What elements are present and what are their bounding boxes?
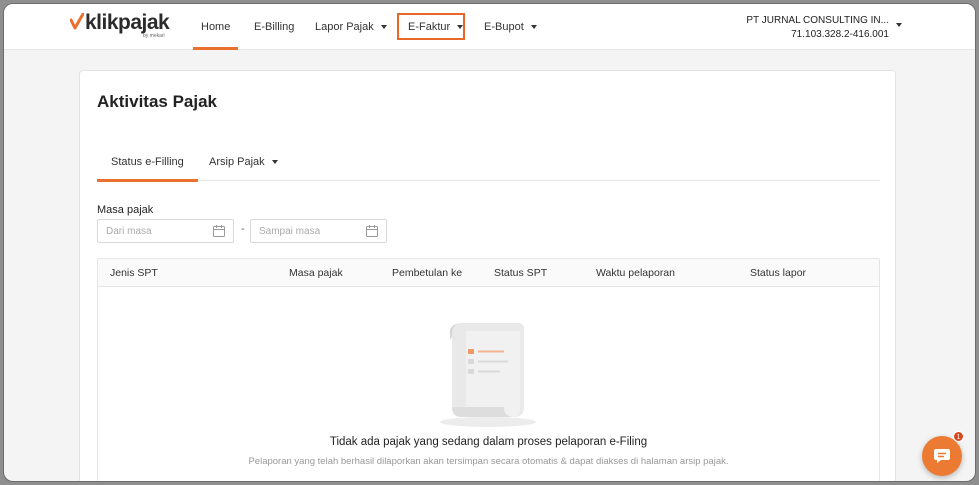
tab-status-efilling[interactable]: Status e-Filling: [97, 143, 198, 182]
nav-e-billing-label: E-Billing: [254, 21, 295, 33]
col-waktu-pelaporan: Waktu pelaporan: [596, 267, 675, 279]
chevron-down-icon: [271, 160, 278, 164]
empty-document-illustration: [440, 323, 536, 427]
nav-e-faktur[interactable]: E-Faktur: [408, 4, 464, 50]
sampai-masa-placeholder: Sampai masa: [259, 225, 321, 237]
brand-sub: by mekari: [143, 33, 165, 39]
klikpajak-logo[interactable]: klikpajak by mekari: [70, 11, 170, 41]
nav-home[interactable]: Home: [192, 4, 239, 50]
chevron-down-icon: [530, 25, 537, 29]
dari-masa-input[interactable]: Dari masa: [97, 219, 234, 243]
col-status-lapor: Status lapor: [750, 267, 807, 279]
nav-e-billing[interactable]: E-Billing: [254, 4, 294, 50]
chat-button[interactable]: [922, 436, 962, 476]
company-name: PT JURNAL CONSULTING IN...: [746, 15, 889, 26]
calendar-icon: [213, 225, 225, 237]
brand-name: klikpajak: [85, 11, 170, 34]
company-selector[interactable]: PT JURNAL CONSULTING IN... 71.103.328.2-…: [746, 14, 889, 42]
nav-e-bupot-label: E-Bupot: [484, 21, 524, 33]
col-jenis-spt: Jenis SPT: [110, 267, 158, 279]
nav-lapor-pajak[interactable]: Lapor Pajak: [315, 4, 387, 50]
company-npwp: 71.103.328.2-416.001: [791, 29, 889, 40]
empty-state-description: Pelaporan yang telah berhasil dilaporkan…: [248, 456, 729, 467]
top-navbar: klikpajak by mekari Home E-Billing Lapor…: [4, 4, 975, 50]
col-status-spt: Status SPT: [494, 267, 548, 279]
spt-table: Jenis SPT Masa pajak Pembetulan ke Statu…: [97, 258, 880, 481]
nav-home-label: Home: [201, 21, 231, 33]
tab-status-efilling-label: Status e-Filling: [111, 156, 184, 168]
chevron-down-icon[interactable]: [896, 23, 902, 27]
chat-notification-badge: 1: [953, 431, 964, 442]
col-masa-pajak: Masa pajak: [289, 267, 343, 279]
table-header: Jenis SPT Masa pajak Pembetulan ke Statu…: [98, 259, 879, 287]
nav-e-faktur-label: E-Faktur: [408, 21, 451, 33]
nav-e-bupot[interactable]: E-Bupot: [484, 4, 537, 50]
col-pembetulan-ke: Pembetulan ke: [392, 267, 463, 279]
dari-masa-placeholder: Dari masa: [106, 225, 152, 237]
calendar-icon: [366, 225, 378, 237]
tab-bar: Status e-Filling Arsip Pajak: [97, 143, 880, 182]
app-window: klikpajak by mekari Home E-Billing Lapor…: [3, 3, 976, 482]
page-title: Aktivitas Pajak: [97, 92, 218, 111]
sampai-masa-input[interactable]: Sampai masa: [250, 219, 387, 243]
chat-icon: [934, 449, 950, 463]
check-logo-icon: [70, 13, 84, 30]
chevron-down-icon: [380, 25, 387, 29]
main-card: Aktivitas Pajak Status e-Filling Arsip P…: [79, 70, 896, 481]
masa-pajak-label: Masa pajak: [97, 204, 154, 216]
nav-lapor-pajak-label: Lapor Pajak: [315, 21, 374, 33]
date-range-separator: -: [241, 223, 245, 235]
tab-arsip-pajak-label: Arsip Pajak: [209, 156, 265, 168]
empty-state-title: Tidak ada pajak yang sedang dalam proses…: [329, 436, 648, 448]
chevron-down-icon: [457, 25, 464, 29]
tab-arsip-pajak[interactable]: Arsip Pajak: [209, 143, 278, 181]
